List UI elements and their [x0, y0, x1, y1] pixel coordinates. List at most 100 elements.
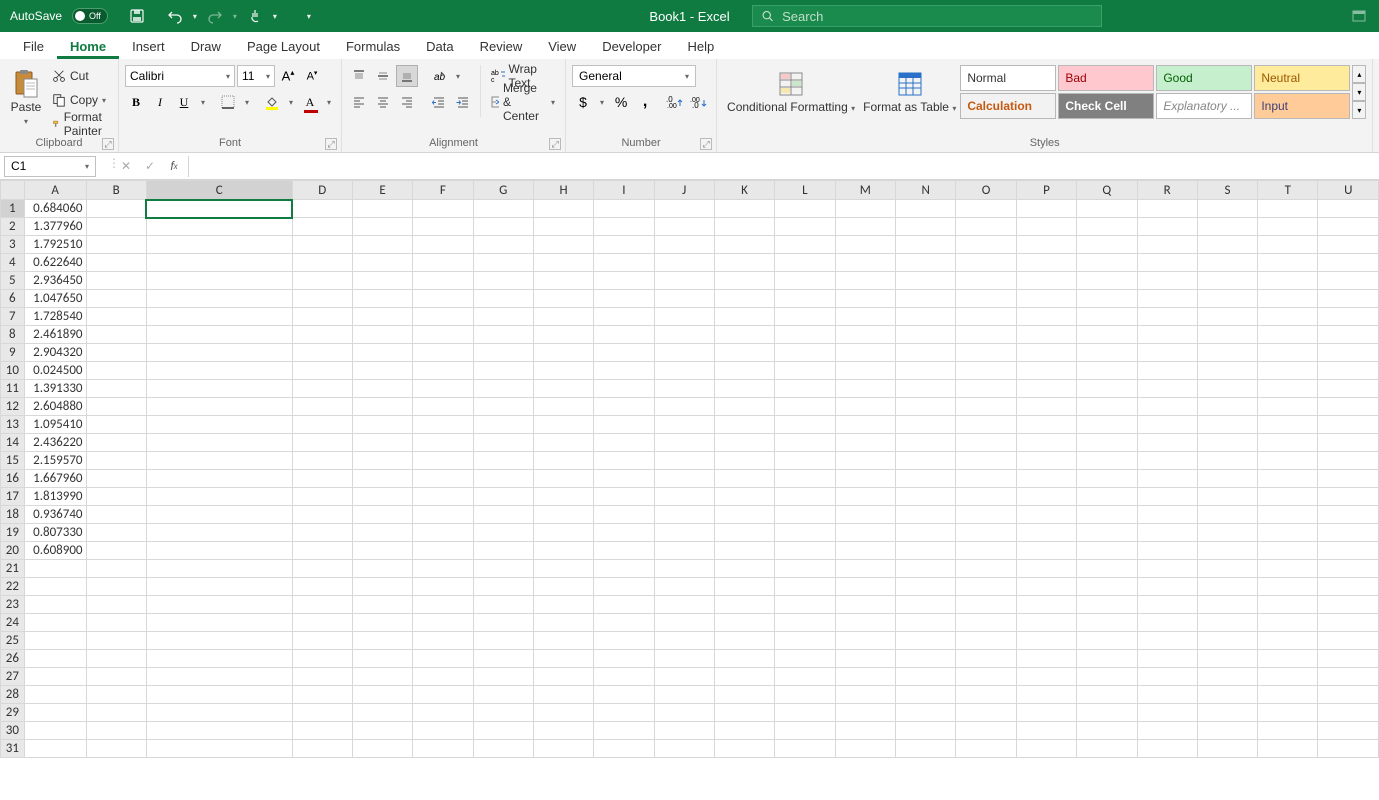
cell[interactable]: [86, 740, 146, 758]
cell[interactable]: [352, 560, 412, 578]
cell[interactable]: [473, 218, 533, 236]
cell[interactable]: [956, 362, 1016, 380]
cell[interactable]: [1197, 542, 1257, 560]
cell[interactable]: 2.936450: [24, 272, 86, 290]
font-size-combo[interactable]: 11▾: [237, 65, 275, 87]
cell[interactable]: [1137, 722, 1197, 740]
cell[interactable]: [1258, 668, 1318, 686]
conditional-formatting-button[interactable]: Conditional Formatting ▾: [723, 65, 859, 117]
cell[interactable]: [1197, 236, 1257, 254]
save-icon[interactable]: [128, 7, 146, 25]
cell[interactable]: [1258, 614, 1318, 632]
tab-draw[interactable]: Draw: [178, 35, 234, 59]
cell[interactable]: [86, 614, 146, 632]
cell[interactable]: [654, 722, 714, 740]
cell[interactable]: [956, 308, 1016, 326]
cell[interactable]: [352, 254, 412, 272]
cell[interactable]: [292, 344, 352, 362]
cell[interactable]: [292, 650, 352, 668]
cell[interactable]: [896, 398, 956, 416]
column-header[interactable]: U: [1318, 181, 1379, 200]
worksheet-grid[interactable]: ABCDEFGHIJKLMNOPQRSTU10.68406021.3779603…: [0, 180, 1379, 800]
cell[interactable]: [413, 578, 473, 596]
cell[interactable]: [1137, 488, 1197, 506]
cell[interactable]: [654, 326, 714, 344]
cell[interactable]: [413, 740, 473, 758]
row-header[interactable]: 29: [1, 704, 25, 722]
cell[interactable]: [533, 560, 593, 578]
cell[interactable]: [775, 578, 835, 596]
increase-font-icon[interactable]: A▴: [277, 65, 299, 87]
cell[interactable]: [956, 614, 1016, 632]
cell[interactable]: [292, 740, 352, 758]
cell[interactable]: [86, 686, 146, 704]
cell[interactable]: [1137, 614, 1197, 632]
cell[interactable]: [775, 650, 835, 668]
cell[interactable]: [86, 560, 146, 578]
cell[interactable]: [714, 290, 774, 308]
cell[interactable]: [146, 740, 292, 758]
cell[interactable]: [1137, 326, 1197, 344]
cell[interactable]: [1137, 740, 1197, 758]
cell[interactable]: [835, 632, 895, 650]
cell[interactable]: [714, 506, 774, 524]
cell[interactable]: 0.684060: [24, 200, 86, 218]
cell[interactable]: [146, 650, 292, 668]
underline-dropdown[interactable]: ▾: [197, 91, 209, 113]
cell[interactable]: [24, 560, 86, 578]
cell[interactable]: [86, 254, 146, 272]
undo-icon[interactable]: [166, 7, 184, 25]
tab-insert[interactable]: Insert: [119, 35, 178, 59]
cell[interactable]: [775, 290, 835, 308]
cell[interactable]: [594, 218, 654, 236]
column-header[interactable]: L: [775, 181, 835, 200]
cell[interactable]: [352, 686, 412, 704]
cell[interactable]: [1197, 434, 1257, 452]
cell[interactable]: [1137, 506, 1197, 524]
cell[interactable]: [896, 380, 956, 398]
cell[interactable]: [86, 596, 146, 614]
cell[interactable]: [1077, 740, 1137, 758]
cell[interactable]: [533, 740, 593, 758]
column-header[interactable]: R: [1137, 181, 1197, 200]
cell[interactable]: [86, 380, 146, 398]
cell[interactable]: [1318, 686, 1379, 704]
cell[interactable]: [1197, 488, 1257, 506]
cell[interactable]: [533, 704, 593, 722]
cell[interactable]: [775, 236, 835, 254]
cell[interactable]: [835, 380, 895, 398]
cell[interactable]: [413, 650, 473, 668]
cell[interactable]: [473, 686, 533, 704]
tab-data[interactable]: Data: [413, 35, 466, 59]
cell[interactable]: [654, 632, 714, 650]
cell[interactable]: [1197, 560, 1257, 578]
cell[interactable]: [956, 632, 1016, 650]
cell[interactable]: [1258, 488, 1318, 506]
cell[interactable]: 0.807330: [24, 524, 86, 542]
cell[interactable]: [714, 416, 774, 434]
cell[interactable]: [413, 308, 473, 326]
cell[interactable]: [714, 578, 774, 596]
cell[interactable]: [714, 362, 774, 380]
cell[interactable]: [956, 488, 1016, 506]
cell[interactable]: [1197, 344, 1257, 362]
cell[interactable]: [1258, 380, 1318, 398]
cell[interactable]: [835, 254, 895, 272]
cell[interactable]: [533, 236, 593, 254]
cell[interactable]: [956, 470, 1016, 488]
cell[interactable]: [775, 506, 835, 524]
cell[interactable]: [473, 380, 533, 398]
cell[interactable]: [1318, 560, 1379, 578]
cell[interactable]: [1137, 290, 1197, 308]
cell[interactable]: [24, 650, 86, 668]
cell[interactable]: [533, 254, 593, 272]
cell[interactable]: [146, 614, 292, 632]
cell[interactable]: [473, 560, 533, 578]
cell[interactable]: [86, 362, 146, 380]
cell[interactable]: [775, 398, 835, 416]
cell[interactable]: [292, 506, 352, 524]
cell[interactable]: [1077, 290, 1137, 308]
cell[interactable]: [714, 596, 774, 614]
cell[interactable]: [533, 326, 593, 344]
cell[interactable]: [896, 272, 956, 290]
